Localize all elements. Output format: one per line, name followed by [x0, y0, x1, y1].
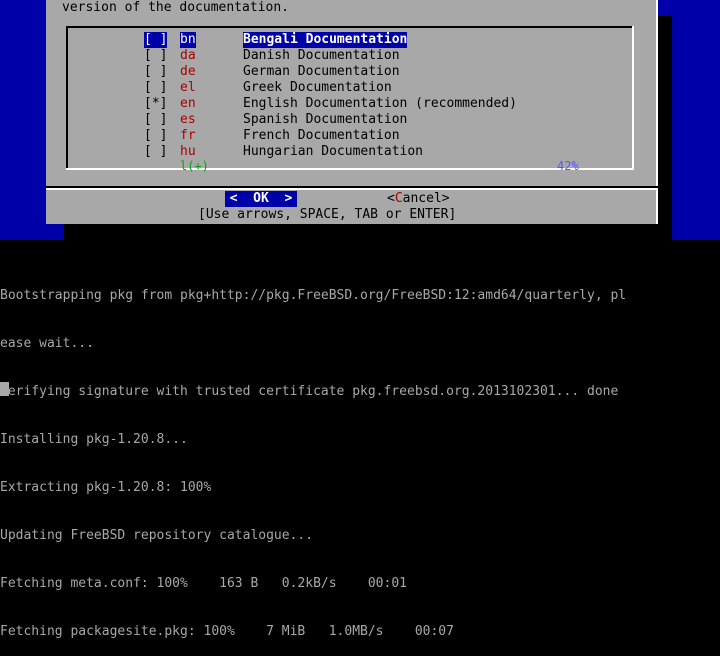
checkbox-hu[interactable]: [ ] [144, 144, 167, 160]
key-hint: [Use arrows, SPACE, TAB or ENTER] [198, 207, 457, 222]
code-da: da [180, 48, 196, 63]
console-line: ease wait... [0, 336, 94, 351]
button-divider [46, 188, 658, 190]
cancel-rest: ancel> [402, 191, 450, 206]
code-fr: fr [180, 128, 196, 143]
console-line: Extracting pkg-1.20.8: 100% [0, 480, 212, 495]
list-frame-left [66, 26, 68, 170]
list-frame-bottom [66, 168, 634, 170]
console-output: Bootstrapping pkg from pkg+http://pkg.Fr… [0, 256, 720, 656]
checkbox-es[interactable]: [ ] [144, 112, 167, 128]
code-es: es [180, 112, 196, 127]
code-bn: bn [180, 32, 196, 48]
console-line: Verifying signature with trusted certifi… [0, 384, 619, 399]
console-line: Fetching packagesite.pkg: 100% 7 MiB 1.0… [0, 624, 454, 639]
code-en: en [180, 96, 196, 111]
label-hu: Hungarian Documentation [243, 144, 424, 159]
checkbox-da[interactable]: [ ] [144, 48, 167, 64]
code-de: de [180, 64, 196, 79]
console-line: Fetching meta.conf: 100% 163 B 0.2kB/s 0… [0, 576, 407, 591]
cancel-prefix: < [387, 191, 395, 206]
console-line: Updating FreeBSD repository catalogue... [0, 528, 314, 543]
checkbox-en[interactable]: [*] [144, 96, 167, 112]
ok-button[interactable]: < OK > [225, 191, 297, 207]
code-el: el [180, 80, 196, 95]
label-fr: French Documentation [243, 128, 400, 143]
dialog-intro-text: version of the documentation. [62, 0, 289, 15]
cancel-hotkey: C [394, 191, 403, 206]
checkbox-de[interactable]: [ ] [144, 64, 167, 80]
label-de: German Documentation [243, 64, 400, 79]
label-en: English Documentation (recommended) [243, 96, 517, 111]
list-frame-right [632, 26, 634, 170]
checkbox-fr[interactable]: [ ] [144, 128, 167, 144]
label-da: Danish Documentation [243, 48, 400, 63]
dialog-border-right [656, 0, 658, 224]
console-line: Installing pkg-1.20.8... [0, 432, 188, 447]
scroll-more-indicator: l(+) [180, 159, 209, 173]
list-frame-top [66, 26, 634, 28]
label-es: Spanish Documentation [243, 112, 408, 127]
label-bn: Bengali Documentation [243, 32, 408, 48]
scroll-percent: 42% [557, 159, 579, 173]
terminal-cursor [0, 382, 9, 396]
cancel-button[interactable]: <Cancel> [387, 191, 450, 207]
console-line: Bootstrapping pkg from pkg+http://pkg.Fr… [0, 288, 627, 303]
checkbox-el[interactable]: [ ] [144, 80, 167, 96]
label-el: Greek Documentation [243, 80, 392, 95]
checkbox-bn[interactable]: [ ] [144, 32, 168, 48]
